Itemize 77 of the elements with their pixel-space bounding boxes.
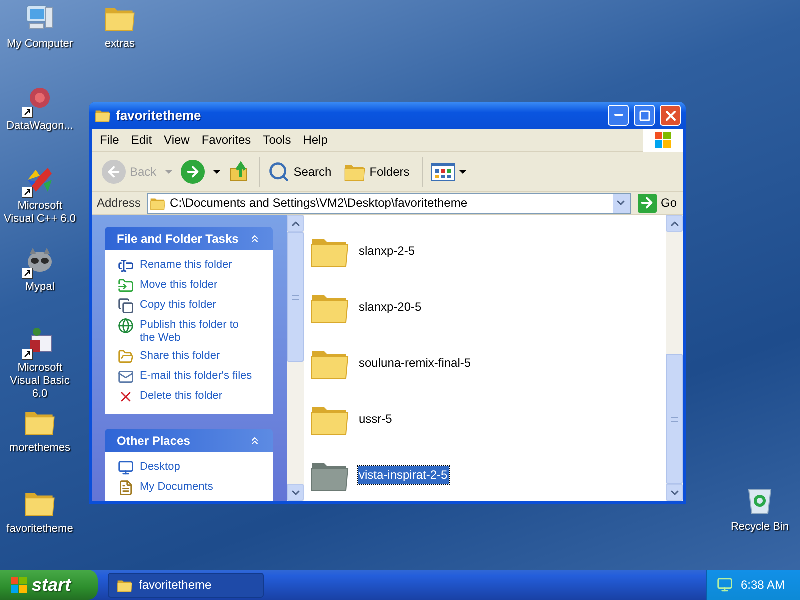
menu-item[interactable]: Help	[297, 130, 334, 150]
task-link[interactable]: E-mail this folder's files	[140, 369, 256, 383]
address-field[interactable]: C:\Documents and Settings\VM2\Desktop\favoritetheme	[147, 192, 631, 214]
maximize-icon	[638, 110, 650, 122]
desktop-icon-label[interactable]: morethemes	[9, 442, 71, 455]
folder-name[interactable]: slanxp-2-5	[358, 242, 416, 260]
collapse-chevron-icon	[249, 232, 261, 244]
menu-item[interactable]: Favorites	[196, 130, 258, 150]
scrollbar[interactable]	[666, 215, 683, 501]
menu-item[interactable]: Edit	[125, 130, 158, 150]
menu-item[interactable]: Tools	[257, 130, 298, 150]
folder-name[interactable]: souluna-remix-final-5	[358, 354, 472, 372]
scroll-thumb[interactable]	[287, 232, 304, 362]
maximize-button[interactable]	[634, 105, 655, 126]
minimize-button[interactable]	[608, 105, 629, 126]
views-grid-icon	[430, 162, 455, 180]
scroll-down-button[interactable]	[287, 484, 304, 501]
folder-icon	[117, 578, 133, 592]
scroll-up-button[interactable]	[287, 215, 304, 232]
email-icon	[118, 369, 134, 385]
folders-button[interactable]: Folders	[336, 156, 418, 186]
task-link[interactable]: Desktop	[140, 460, 184, 474]
task-panel-header[interactable]: File and Folder Tasks	[105, 227, 273, 250]
windows-logo-icon	[10, 576, 28, 594]
menu-item[interactable]: View	[158, 130, 196, 150]
clock: 6:38 AM	[741, 577, 786, 594]
caret-icon	[212, 170, 221, 174]
task-link[interactable]: Delete this folder	[140, 389, 227, 403]
scroll-up-button[interactable]	[666, 215, 683, 232]
desktop-icon-label[interactable]: Mypal	[25, 281, 55, 294]
go-button[interactable]: Go	[634, 194, 680, 212]
task-panel-header[interactable]: Other Places	[105, 429, 273, 452]
folder-icon	[95, 108, 111, 123]
desktop-icon	[118, 460, 134, 476]
search-button[interactable]: Search	[258, 156, 336, 186]
collapse-chevron-icon	[249, 434, 261, 446]
task-link[interactable]: My Documents	[140, 480, 218, 494]
task-link[interactable]: Publish this folder to the Web	[140, 318, 260, 345]
desktop-icon-label[interactable]: Microsoft Visual C++ 6.0	[2, 200, 78, 226]
documents-icon	[118, 480, 134, 496]
rename-icon	[118, 258, 134, 274]
folder-name[interactable]: vista-inspirat-2-5	[358, 466, 449, 484]
address-dropdown-button[interactable]	[612, 194, 630, 212]
scrollbar[interactable]	[287, 215, 304, 501]
folder-name[interactable]: slanxp-20-5	[358, 298, 423, 316]
folder-icon	[150, 196, 166, 210]
copy-icon	[118, 298, 134, 314]
task-link[interactable]: Copy this folder	[140, 298, 220, 312]
task-link[interactable]: Share this folder	[140, 349, 224, 363]
start-button[interactable]: start	[0, 570, 98, 600]
windows-logo-icon	[654, 131, 672, 149]
scroll-down-button[interactable]	[666, 484, 683, 501]
caret-icon	[164, 170, 173, 174]
grip-icon	[292, 294, 299, 300]
publish-icon	[118, 318, 134, 334]
forward-arrow-icon	[184, 164, 201, 180]
desktop-icon-label[interactable]: Microsoft Visual Basic 6.0	[2, 362, 78, 401]
desktop-icon-label[interactable]: My Computer	[6, 38, 74, 51]
folder-name[interactable]: ussr-5	[358, 410, 394, 428]
task-link[interactable]: Rename this folder	[140, 258, 236, 272]
back-arrow-icon	[106, 164, 122, 180]
menu-item[interactable]: File	[94, 130, 126, 150]
taskbar-window-button[interactable]: favoritetheme	[108, 572, 264, 598]
caret-icon	[458, 170, 467, 174]
grip-icon	[671, 416, 678, 422]
search-icon	[268, 160, 290, 182]
close-button[interactable]	[660, 105, 681, 126]
share-icon	[118, 349, 134, 365]
desktop-icon-label[interactable]: favoritetheme	[6, 523, 74, 536]
desktop-icon-label[interactable]: Recycle Bin	[730, 521, 790, 534]
task-link[interactable]: Move this folder	[140, 278, 222, 292]
move-icon	[118, 278, 134, 294]
address-label: Address	[96, 195, 142, 212]
desktop-icon-label[interactable]: extras	[105, 38, 135, 51]
window-title: favoritetheme	[116, 106, 202, 125]
desktop-icon-label[interactable]: DataWagon...	[6, 120, 74, 133]
scroll-thumb[interactable]	[666, 354, 683, 484]
